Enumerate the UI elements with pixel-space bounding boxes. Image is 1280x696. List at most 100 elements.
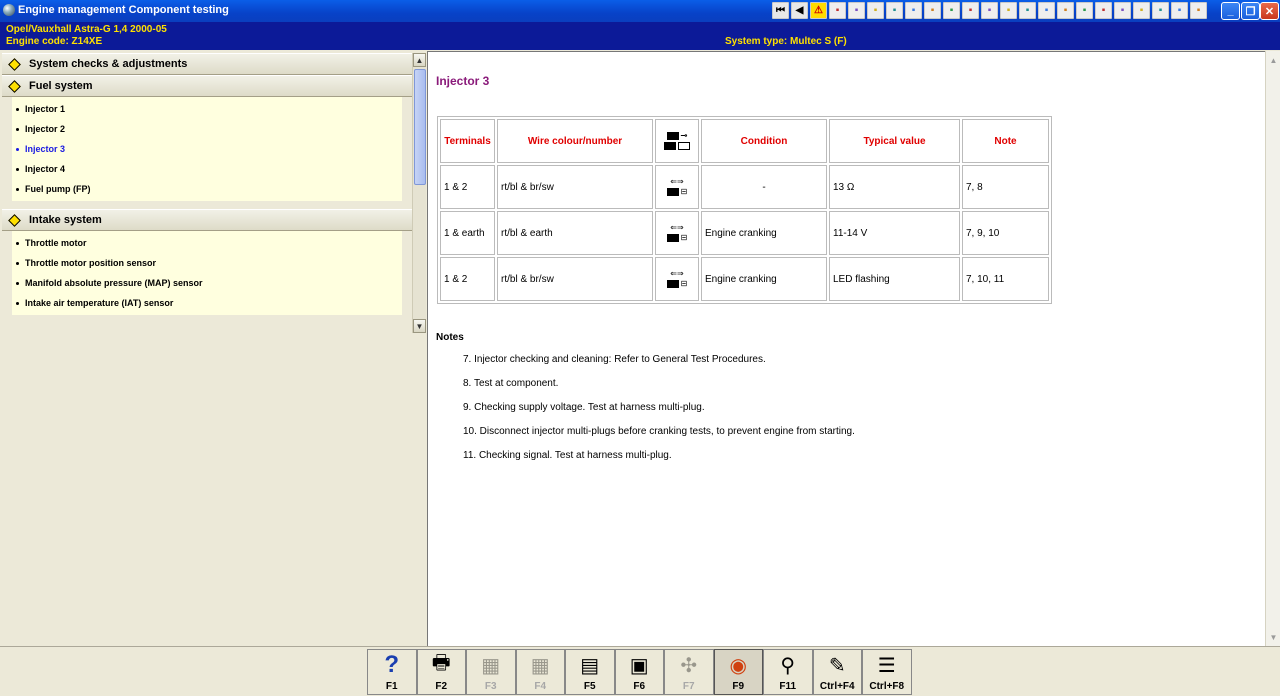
expanded-diamond-icon — [8, 213, 21, 227]
notes-title: Notes — [436, 332, 464, 343]
tool-3-icon[interactable]: ▪ — [867, 2, 884, 19]
cell-wire: rt/bl & br/sw — [497, 257, 653, 301]
function-key-label: F1 — [385, 681, 398, 692]
scroll-down-icon[interactable]: ▼ — [413, 319, 426, 333]
tool-5-icon[interactable]: ▪ — [905, 2, 922, 19]
table-row: 1 & earth rt/bl & earth ⇐⇒ ⊟ Engine cran… — [440, 211, 1049, 255]
function-key-f9[interactable]: ◉ F9 — [713, 649, 763, 695]
system-type-label: System type: Multec S (F) — [725, 36, 847, 47]
nav-item-injector-4[interactable]: Injector 4 — [12, 159, 402, 179]
tool-4-icon[interactable]: ▪ — [886, 2, 903, 19]
tool-16-icon[interactable]: ▪ — [1114, 2, 1131, 19]
nav-item-throttle-position-sensor[interactable]: Throttle motor position sensor — [12, 253, 402, 273]
warning-icon[interactable]: ⚠ — [810, 2, 827, 19]
section-intake-system[interactable]: Intake system — [2, 209, 412, 231]
nav-item-label: Intake air temperature (IAT) sensor — [25, 298, 174, 308]
cell-terminals: 1 & 2 — [440, 165, 495, 209]
nav-item-label: Throttle motor position sensor — [25, 258, 157, 268]
tool-11-icon[interactable]: ▪ — [1019, 2, 1036, 19]
bullet-icon — [16, 301, 19, 305]
maximize-button[interactable]: ❐ — [1241, 2, 1260, 20]
function-key-f6[interactable]: ▣ F6 — [614, 649, 664, 695]
nav-item-throttle-motor[interactable]: Throttle motor — [12, 233, 402, 253]
tool-14-icon[interactable]: ▪ — [1076, 2, 1093, 19]
function-key-f1[interactable]: ? F1 — [367, 649, 417, 695]
tool-10-icon[interactable]: ▪ — [1000, 2, 1017, 19]
tool-9-icon[interactable]: ▪ — [981, 2, 998, 19]
nav-item-injector-2[interactable]: Injector 2 — [12, 119, 402, 139]
section-label: Fuel system — [29, 80, 93, 92]
tool-12-icon[interactable]: ▪ — [1038, 2, 1055, 19]
cell-condition: Engine cranking — [701, 257, 827, 301]
function-key-f3[interactable]: ▦ F3 — [466, 649, 516, 695]
intake-system-items: Throttle motor Throttle motor position s… — [12, 231, 402, 315]
section-fuel-system[interactable]: Fuel system — [2, 75, 412, 97]
navigation-scrollbar[interactable]: ▲ ▼ — [412, 53, 426, 333]
function-key-label: F4 — [534, 681, 547, 692]
collapsed-diamond-icon — [8, 57, 21, 71]
note-item: 10. Disconnect injector multi-plugs befo… — [463, 426, 855, 437]
note-item: 7. Injector checking and cleaning: Refer… — [463, 354, 766, 365]
function-key-ctrl-f4[interactable]: ✎ Ctrl+F4 — [812, 649, 862, 695]
nav-item-map-sensor[interactable]: Manifold absolute pressure (MAP) sensor — [12, 273, 402, 293]
component-icon: ▤ — [580, 654, 600, 677]
scroll-up-icon[interactable]: ▲ — [1267, 53, 1280, 67]
function-key-f2[interactable]: 🖶 F2 — [416, 649, 466, 695]
cell-connector: ⇐⇒ ⊟ — [655, 165, 699, 209]
first-icon[interactable]: ⏮ — [772, 2, 789, 19]
search-icon: ⚲ — [780, 654, 796, 677]
close-button[interactable]: ✕ — [1260, 2, 1279, 20]
section-system-checks[interactable]: System checks & adjustments — [2, 53, 412, 75]
function-key-f7[interactable]: ✣ F7 — [664, 649, 714, 695]
engine-code-label: Engine code: Z14XE — [6, 36, 103, 47]
table-row: 1 & 2 rt/bl & br/sw ⇐⇒ ⊟ Engine cranking… — [440, 257, 1049, 301]
list-icon: ☰ — [877, 654, 896, 677]
tool-13-icon[interactable]: ▪ — [1057, 2, 1074, 19]
function-key-ctrl-f8[interactable]: ☰ Ctrl+F8 — [862, 649, 912, 695]
tool-15-icon[interactable]: ▪ — [1095, 2, 1112, 19]
content-scrollbar[interactable]: ▲ ▼ — [1265, 51, 1280, 646]
bullet-icon — [16, 127, 19, 131]
fuel-system-items: Injector 1 Injector 2 Injector 3 Injecto… — [12, 97, 402, 201]
function-key-bar: ? F1 🖶 F2 ▦ F3 ▦ F4 ▤ F5 ▣ F6 ✣ F7 ◉ F9 ⚲ F11 ✎ Ctrl+F4 ☰ Ctr… — [0, 646, 1280, 696]
section-label: System checks & adjustments — [29, 58, 188, 70]
nav-item-fuel-pump[interactable]: Fuel pump (FP) — [12, 179, 402, 199]
tool-20-icon[interactable]: ▪ — [1190, 2, 1207, 19]
function-key-label: F2 — [435, 681, 448, 692]
scroll-thumb[interactable] — [414, 69, 426, 185]
scroll-up-icon[interactable]: ▲ — [413, 53, 426, 67]
cell-wire: rt/bl & br/sw — [497, 165, 653, 209]
navigation-list: System checks & adjustments Fuel system … — [2, 53, 412, 333]
function-key-label: F7 — [682, 681, 695, 692]
tool-17-icon[interactable]: ▪ — [1133, 2, 1150, 19]
nav-item-injector-3[interactable]: Injector 3 — [12, 139, 402, 159]
notes-list: 7. Injector checking and cleaning: Refer… — [463, 354, 855, 474]
nav-item-iat-sensor[interactable]: Intake air temperature (IAT) sensor — [12, 293, 402, 313]
function-key-f4[interactable]: ▦ F4 — [515, 649, 565, 695]
tool-7-icon[interactable]: ▪ — [943, 2, 960, 19]
cell-condition: - — [701, 165, 827, 209]
tool-2-icon[interactable]: ▪ — [848, 2, 865, 19]
diagram-2-icon: ▦ — [530, 654, 550, 677]
tool-19-icon[interactable]: ▪ — [1171, 2, 1188, 19]
col-header-note: Note — [962, 119, 1049, 163]
cell-note: 7, 9, 10 — [962, 211, 1049, 255]
connector-icon: ⇐⇒ ⊟ — [659, 178, 695, 196]
tool-8-icon[interactable]: ▪ — [962, 2, 979, 19]
tool-18-icon[interactable]: ▪ — [1152, 2, 1169, 19]
note-item: 11. Checking signal. Test at harness mul… — [463, 450, 672, 461]
title-bar: Engine management Component testing ⏮ ◀ ⚠ ▪… — [0, 0, 1280, 22]
minimize-button[interactable]: _ — [1221, 2, 1240, 20]
nav-item-injector-1[interactable]: Injector 1 — [12, 99, 402, 119]
bullet-icon — [16, 241, 19, 245]
tool-6-icon[interactable]: ▪ — [924, 2, 941, 19]
tool-icon: ✣ — [680, 654, 698, 677]
function-key-f5[interactable]: ▤ F5 — [565, 649, 615, 695]
back-icon[interactable]: ◀ — [791, 2, 808, 19]
col-header-wire: Wire colour/number — [497, 119, 653, 163]
scroll-down-icon[interactable]: ▼ — [1267, 630, 1280, 644]
function-key-f11[interactable]: ⚲ F11 — [763, 649, 813, 695]
bullet-icon — [16, 147, 19, 151]
nav-item-label: Injector 3 — [25, 144, 66, 154]
tool-1-icon[interactable]: ▪ — [829, 2, 846, 19]
